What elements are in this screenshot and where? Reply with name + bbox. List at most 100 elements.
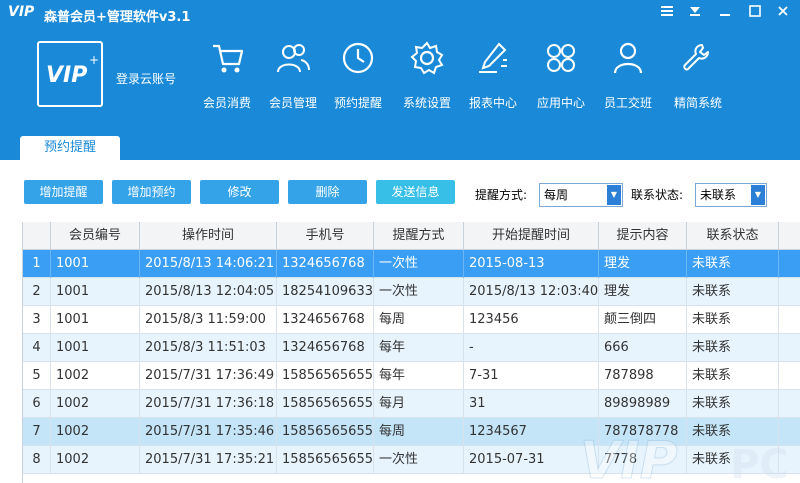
person-icon (613, 42, 643, 74)
table-row[interactable]: 6 1002 2015/7/31 17:36:18 15856565655 每月 31 89… (23, 390, 800, 418)
column-header[interactable]: 提示内容 (599, 222, 687, 250)
contact-status-label: 联系状态: (631, 188, 684, 202)
content-cell: 7778 (599, 446, 687, 474)
menu-icon[interactable] (656, 4, 678, 24)
nav-apps[interactable]: 应用中心 (529, 40, 593, 116)
operate-time-cell: 2015/7/31 17:35:21 (140, 446, 277, 474)
vip-logo-text: VIP (46, 63, 88, 88)
remind-mode-cell: 每月 (374, 390, 464, 418)
column-header[interactable]: 联系状态 (687, 222, 779, 250)
title-logo: VIP (8, 4, 35, 20)
phone-cell: 15856565655 (277, 362, 374, 390)
content-cell: 89898989 (599, 390, 687, 418)
clock-icon (342, 42, 374, 74)
nav-member-manage[interactable]: 会员管理 (261, 40, 325, 116)
minimize-icon[interactable] (714, 4, 736, 24)
remind-mode-select[interactable]: 每周 ▼ (539, 183, 623, 207)
remind-mode-cell: 一次性 (374, 278, 464, 306)
tab-reminder[interactable]: 预约提醒 (20, 136, 120, 160)
member-id-cell: 1001 (51, 306, 140, 334)
start-time-cell: 2015-08-13 (464, 250, 599, 278)
content-cell: 666 (599, 334, 687, 362)
nav-label: 会员管理 (268, 96, 317, 110)
column-header[interactable]: 开始提醒时间 (464, 222, 599, 250)
contact-status-select[interactable]: 未联系 ▼ (695, 183, 767, 207)
member-id-cell: 1002 (51, 446, 140, 474)
contact-status-cell: 未联系 (687, 334, 779, 362)
column-header[interactable]: 手机号 (277, 222, 374, 250)
remind-mode-cell: 一次性 (374, 446, 464, 474)
table-row[interactable]: 5 1002 2015/7/31 17:36:49 15856565655 每年 7-31… (23, 362, 800, 390)
row-number: 4 (23, 334, 51, 362)
remind-mode-cell: 每年 (374, 362, 464, 390)
table-row[interactable]: 1 1001 2015/8/13 14:06:21 1324656768 一次性 2015… (23, 250, 800, 278)
nav-label: 员工交班 (603, 96, 652, 110)
remind-mode-cell: 每年 (374, 334, 464, 362)
table-row[interactable]: 8 1002 2015/7/31 17:35:21 15856565655 一次性 201… (23, 446, 800, 474)
row-number: 8 (23, 446, 51, 474)
reminder-table: 会员编号 操作时间 手机号 提醒方式 开始提醒时间 提示内容 联系状态 1 100… (22, 222, 800, 483)
member-id-cell: 1002 (51, 390, 140, 418)
start-time-cell: 7-31 (464, 362, 599, 390)
row-number: 6 (23, 390, 51, 418)
vip-logo: VIP + (37, 41, 103, 107)
table-row[interactable]: 7 1002 2015/7/31 17:35:46 15856565655 每周 1234… (23, 418, 800, 446)
nav-label: 系统设置 (402, 96, 451, 110)
column-header[interactable]: 会员编号 (51, 222, 140, 250)
add-reminder-button[interactable]: 增加提醒 (24, 180, 103, 204)
title-bar: VIP 森普会员+管理软件v3.1 (0, 0, 800, 28)
maximize-icon[interactable] (744, 4, 766, 24)
operate-time-cell: 2015/7/31 17:36:49 (140, 362, 277, 390)
gear-icon (410, 41, 444, 75)
operate-time-cell: 2015/7/31 17:35:46 (140, 418, 277, 446)
edit-button[interactable]: 修改 (200, 180, 279, 204)
column-header[interactable]: 操作时间 (140, 222, 277, 250)
nav-settings[interactable]: 系统设置 (395, 40, 459, 116)
nav-member-consume[interactable]: 会员消费 (195, 40, 259, 116)
content-cell: 787878778 (599, 418, 687, 446)
member-id-cell: 1002 (51, 362, 140, 390)
content-cell: 787898 (599, 362, 687, 390)
start-time-cell: 123456 (464, 306, 599, 334)
start-time-cell: 1234567 (464, 418, 599, 446)
table-row[interactable]: 4 1001 2015/8/3 11:51:03 1324656768 每年 -666 未联… (23, 334, 800, 362)
column-header[interactable]: 提醒方式 (374, 222, 464, 250)
remind-mode-value: 每周 (544, 188, 569, 202)
member-id-cell: 1001 (51, 334, 140, 362)
delete-button[interactable]: 删除 (288, 180, 367, 204)
nav-simple-system[interactable]: 精简系统 (666, 40, 730, 116)
phone-cell: 1324656768 (277, 334, 374, 362)
contact-status-cell: 未联系 (687, 306, 779, 334)
login-cloud-link[interactable]: 登录云账号 (116, 70, 176, 87)
phone-cell: 18254109633 (277, 278, 374, 306)
nav-shift-handover[interactable]: 员工交班 (596, 40, 660, 116)
operate-time-cell: 2015/8/3 11:51:03 (140, 334, 277, 362)
chevron-down-icon[interactable]: ▼ (751, 185, 765, 205)
phone-cell: 1324656768 (277, 250, 374, 278)
contact-status-cell: 未联系 (687, 362, 779, 390)
nav-label: 应用中心 (536, 96, 585, 110)
nav-reminder[interactable]: 预约提醒 (326, 40, 390, 116)
row-number: 2 (23, 278, 51, 306)
contact-status-cell: 未联系 (687, 418, 779, 446)
nav-reports[interactable]: 报表中心 (461, 40, 525, 116)
contact-status-cell: 未联系 (687, 250, 779, 278)
remind-mode-label: 提醒方式: (475, 188, 528, 202)
apps-grid-icon (547, 44, 575, 72)
phone-cell: 15856565655 (277, 418, 374, 446)
table-header: 会员编号 操作时间 手机号 提醒方式 开始提醒时间 提示内容 联系状态 (23, 222, 800, 250)
row-number: 7 (23, 418, 51, 446)
table-row[interactable]: 3 1001 2015/8/3 11:59:00 1324656768 每周 123456… (23, 306, 800, 334)
close-icon[interactable] (772, 4, 794, 24)
row-number: 5 (23, 362, 51, 390)
operate-time-cell: 2015/8/3 11:59:00 (140, 306, 277, 334)
start-time-cell: - (464, 334, 599, 362)
add-appointment-button[interactable]: 增加预约 (112, 180, 191, 204)
remind-mode-cell: 一次性 (374, 250, 464, 278)
phone-cell: 15856565655 (277, 390, 374, 418)
table-row[interactable]: 2 1001 2015/8/13 12:04:05 18254109633 一次性 201… (23, 278, 800, 306)
send-message-button[interactable]: 发送信息 (376, 180, 455, 204)
member-id-cell: 1001 (51, 250, 140, 278)
chevron-down-icon[interactable]: ▼ (607, 185, 621, 205)
skin-icon[interactable] (684, 4, 706, 24)
